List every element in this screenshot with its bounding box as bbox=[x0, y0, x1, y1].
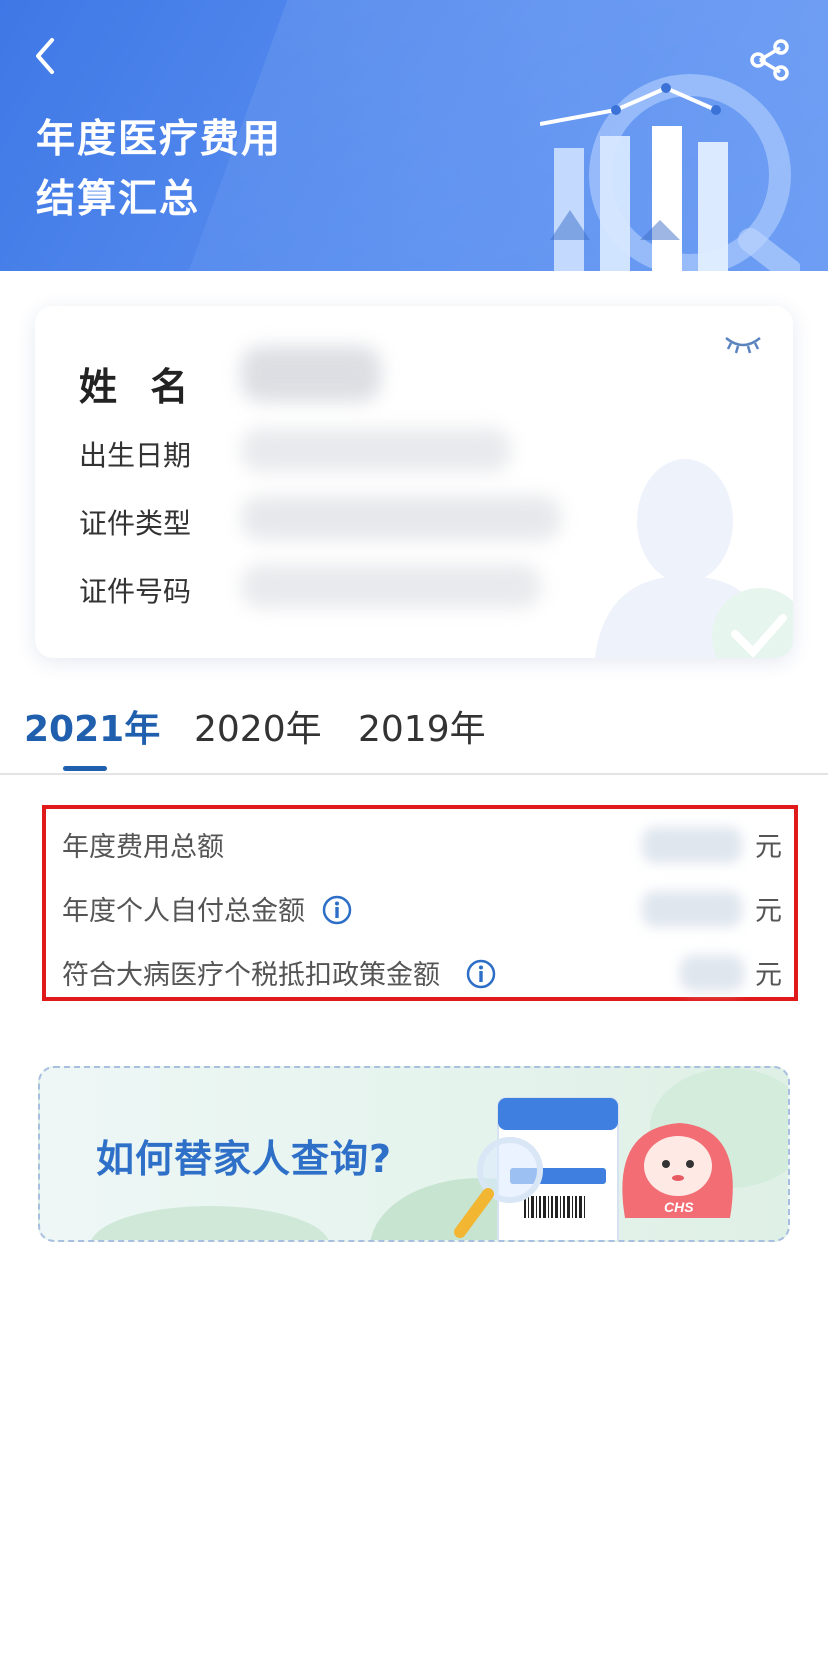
birth-date-value-redacted bbox=[241, 428, 511, 472]
tab-2021[interactable]: 2021年 bbox=[24, 700, 160, 752]
id-type-value-redacted bbox=[241, 496, 561, 540]
tab-2020[interactable]: 2020年 bbox=[194, 700, 322, 752]
mascot-text: CHS bbox=[664, 1199, 694, 1215]
birth-date-label: 出生日期 bbox=[79, 439, 192, 472]
active-tab-indicator bbox=[63, 766, 107, 771]
name-value-redacted bbox=[241, 346, 381, 402]
currency-unit: 元 bbox=[755, 896, 782, 927]
currency-unit: 元 bbox=[755, 960, 782, 991]
id-type-label: 证件类型 bbox=[79, 507, 192, 540]
name-label: 姓 名 bbox=[79, 365, 199, 409]
info-icon[interactable] bbox=[322, 895, 352, 925]
annual-cost-summary: 年度费用总额 元 年度个人自付总金额 元 符合大病医疗个税抵扣政策金额 元 bbox=[42, 805, 798, 1001]
total-cost-label: 年度费用总额 bbox=[62, 832, 224, 863]
personal-info-card: 姓 名 出生日期 证件类型 证件号码 bbox=[35, 306, 793, 658]
chevron-left-icon bbox=[36, 38, 54, 74]
back-button[interactable] bbox=[24, 34, 68, 78]
eye-closed-icon[interactable] bbox=[723, 334, 763, 356]
banner-title: 如何替家人查询? bbox=[96, 1137, 393, 1181]
header: 年度医疗费用 结算汇总 bbox=[0, 0, 828, 271]
summary-row: 年度费用总额 元 bbox=[62, 819, 782, 867]
self-pay-value-redacted bbox=[642, 891, 742, 927]
summary-row: 年度个人自付总金额 元 bbox=[62, 883, 782, 931]
id-avatar-illustration bbox=[595, 459, 793, 658]
currency-unit: 元 bbox=[755, 832, 782, 863]
chart-magnifier-illustration bbox=[540, 74, 800, 271]
self-pay-label: 年度个人自付总金额 bbox=[62, 896, 305, 927]
tab-2019[interactable]: 2019年 bbox=[358, 700, 486, 752]
tax-deduction-value-redacted bbox=[680, 955, 744, 991]
page-title-line2: 结算汇总 bbox=[36, 177, 201, 222]
id-number-value-redacted bbox=[241, 564, 541, 608]
total-cost-value-redacted bbox=[642, 827, 742, 863]
info-icon[interactable] bbox=[466, 959, 496, 989]
tax-deduction-label: 符合大病医疗个税抵扣政策金额 bbox=[62, 960, 440, 991]
year-tabs: 2021年 2020年 2019年 bbox=[0, 690, 828, 775]
id-number-label: 证件号码 bbox=[79, 575, 192, 608]
page-title: 年度医疗费用 结算汇总 bbox=[36, 110, 436, 230]
summary-row: 符合大病医疗个税抵扣政策金额 元 bbox=[62, 947, 782, 995]
family-query-banner[interactable]: CHS 如何替家人查询? bbox=[38, 1066, 790, 1242]
page-title-line1: 年度医疗费用 bbox=[36, 117, 283, 162]
